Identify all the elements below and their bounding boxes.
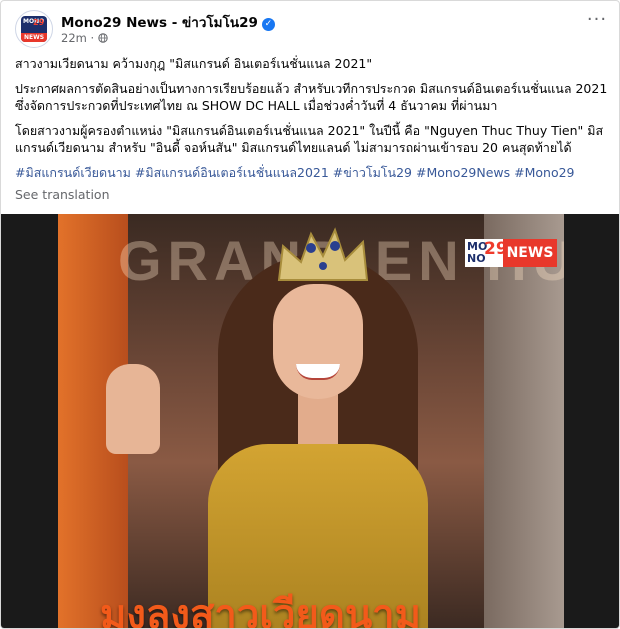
- mono29-logo-icon: MONO 29 NEWS: [21, 16, 47, 42]
- verified-badge-icon: ✓: [261, 18, 275, 31]
- post-paragraph-3: โดยสาวงามผู้ครองตำแหน่ง "มิสแกรนด์อินเตอ…: [15, 123, 604, 155]
- page-avatar[interactable]: MONO 29 NEWS: [15, 10, 53, 48]
- post-meta: 22m ·: [61, 31, 108, 45]
- hashtag-link[interactable]: #ข่าวโมโน29: [333, 165, 412, 180]
- post-header: MONO 29 NEWS Mono29 News - ข่าวโมโน29 ✓ 2…: [15, 10, 609, 50]
- post-text: สาวงามเวียดนาม คว้ามงกุฎ "มิสแกรนด์ อินเ…: [15, 55, 611, 189]
- crown-icon: [277, 227, 369, 281]
- post-paragraph-2: ประกาศผลการตัดสินอย่างเป็นทางการเรียบร้อ…: [15, 81, 608, 113]
- hashtag-link[interactable]: #มิสแกรนด์อินเตอร์เนชั่นแนล2021: [135, 165, 329, 180]
- hashtag-link[interactable]: #Mono29News: [416, 165, 510, 180]
- avatar-label: NEWS: [21, 33, 47, 42]
- page-name[interactable]: Mono29 News - ข่าวโมโน29: [61, 15, 258, 31]
- post-paragraph-1: สาวงามเวียดนาม คว้ามงกุฎ "มิสแกรนด์ อินเ…: [15, 56, 373, 71]
- watermark-news: NEWS: [503, 239, 557, 267]
- post-card: MONO 29 NEWS Mono29 News - ข่าวโมโน29 ✓ 2…: [0, 0, 620, 629]
- hashtag-link[interactable]: #Mono29: [514, 165, 574, 180]
- page-name-link[interactable]: Mono29 News - ข่าวโมโน29 ✓: [61, 11, 275, 33]
- avatar-number: 29: [33, 18, 45, 27]
- hashtag-link[interactable]: #มิสแกรนด์เวียดนาม: [15, 165, 131, 180]
- winner-face: [273, 284, 363, 399]
- meta-separator: ·: [90, 31, 95, 45]
- see-translation-link[interactable]: See translation: [15, 187, 110, 202]
- watermark-mono-box: MO NO 29: [465, 239, 508, 267]
- winner-waving-hand: [106, 364, 160, 454]
- more-options-button[interactable]: ···: [585, 11, 609, 33]
- mono29-news-watermark: MO NO 29 NEWS: [465, 239, 557, 267]
- photo-frame: GRAND EN HU MO NO 29 NEWS มงลงสาวเวียดนา…: [58, 214, 564, 628]
- post-time[interactable]: 22m: [61, 31, 87, 45]
- post-photo[interactable]: GRAND EN HU MO NO 29 NEWS มงลงสาวเวียดนา…: [1, 214, 619, 628]
- photo-headline: มงลงสาวเวียดนาม: [100, 592, 421, 628]
- globe-icon[interactable]: [98, 33, 108, 43]
- hashtag-list: #มิสแกรนด์เวียดนาม #มิสแกรนด์อินเตอร์เนช…: [15, 164, 611, 181]
